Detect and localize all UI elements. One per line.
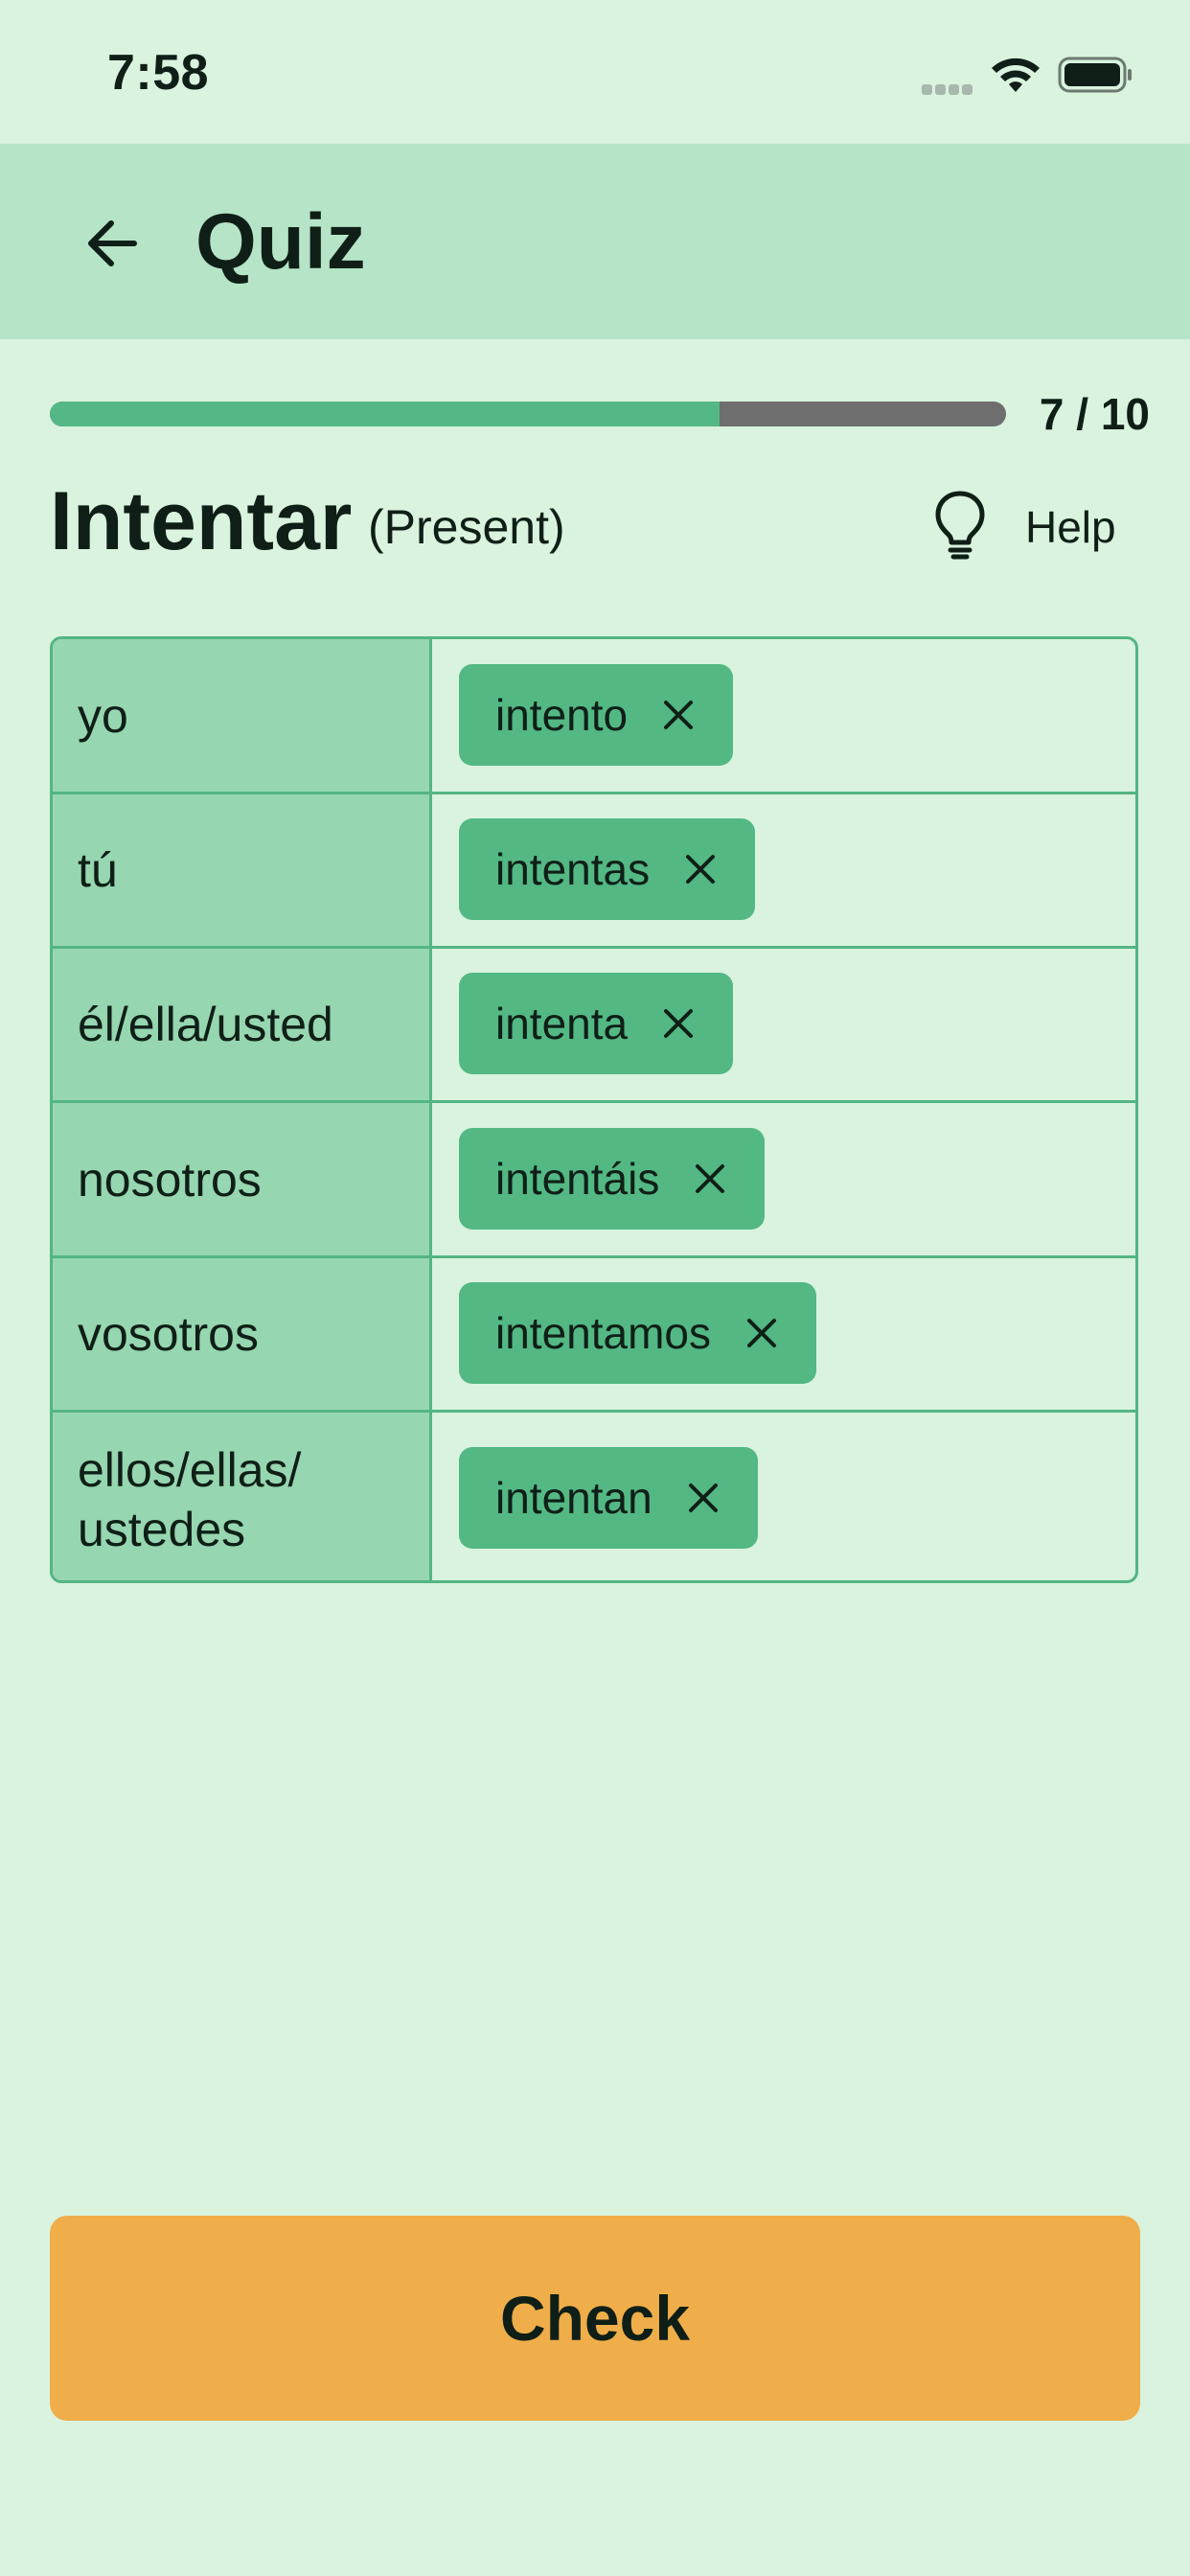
arrow-left-icon — [88, 220, 137, 266]
answer-chip[interactable]: intentamos — [459, 1282, 817, 1384]
answer-chip[interactable]: intentan — [459, 1447, 758, 1549]
pronoun-label: vosotros — [78, 1307, 259, 1361]
answer-chip-label: intentas — [495, 844, 651, 894]
progress-fill — [50, 402, 720, 426]
pronoun-cell: yo — [53, 639, 432, 792]
close-icon[interactable] — [687, 1482, 720, 1514]
progress-counter: 7 / 10 — [1039, 389, 1150, 439]
verb-tense: (Present) — [368, 500, 565, 554]
page-title: Quiz — [195, 198, 366, 286]
pronoun-label: él/ella/usted — [78, 998, 333, 1051]
verb-infinitive: Intentar — [50, 475, 353, 567]
answer-chip-label: intenta — [495, 999, 629, 1048]
pronoun-cell: tú — [53, 794, 432, 946]
lightbulb-icon — [935, 491, 985, 560]
table-row: vosotros intentamos — [53, 1258, 1135, 1413]
check-button-label: Check — [499, 2283, 691, 2354]
answer-chip[interactable]: intentáis — [459, 1128, 766, 1230]
answer-chip[interactable]: intentas — [459, 818, 756, 920]
cellular-signal-icon — [922, 82, 975, 95]
pronoun-label: ellos/ellas/ ustedes — [78, 1442, 302, 1556]
status-time: 7:58 — [107, 45, 210, 101]
pronoun-label: tú — [78, 843, 118, 897]
table-row: él/ella/usted intenta — [53, 949, 1135, 1103]
wifi-icon — [989, 56, 1042, 99]
pronoun-cell: vosotros — [53, 1258, 432, 1410]
table-row: nosotros intentáis — [53, 1103, 1135, 1258]
answer-chip-label: intentan — [495, 1473, 652, 1523]
quiz-progress-bar — [50, 402, 1006, 426]
conjugation-table: yo intento tú intentas él/ella/usted int… — [50, 636, 1138, 1583]
pronoun-cell: él/ella/usted — [53, 949, 432, 1100]
close-icon[interactable] — [662, 1007, 695, 1040]
table-row: tú intentas — [53, 794, 1135, 949]
table-row: yo intento — [53, 639, 1135, 794]
table-row: ellos/ellas/ ustedes intentan — [53, 1413, 1135, 1580]
app-bar: Quiz — [0, 144, 1190, 339]
check-button[interactable]: Check — [50, 2216, 1140, 2421]
answer-chip[interactable]: intenta — [459, 973, 734, 1074]
pronoun-cell: ellos/ellas/ ustedes — [53, 1413, 432, 1580]
battery-icon — [1058, 56, 1134, 99]
pronoun-label: nosotros — [78, 1152, 262, 1207]
help-label: Help — [1025, 502, 1116, 552]
answer-chip-label: intentáis — [495, 1154, 660, 1204]
help-button[interactable]: Help — [931, 487, 1148, 567]
close-icon[interactable] — [745, 1317, 778, 1349]
answer-chip-label: intento — [495, 690, 629, 740]
status-bar: 7:58 — [0, 0, 1190, 144]
close-icon[interactable] — [684, 853, 717, 886]
close-icon[interactable] — [662, 699, 695, 731]
back-button[interactable] — [69, 201, 153, 286]
pronoun-label: yo — [78, 688, 128, 743]
answer-chip[interactable]: intento — [459, 664, 734, 766]
pronoun-cell: nosotros — [53, 1103, 432, 1255]
answer-chip-label: intentamos — [495, 1308, 712, 1358]
close-icon[interactable] — [694, 1162, 726, 1195]
